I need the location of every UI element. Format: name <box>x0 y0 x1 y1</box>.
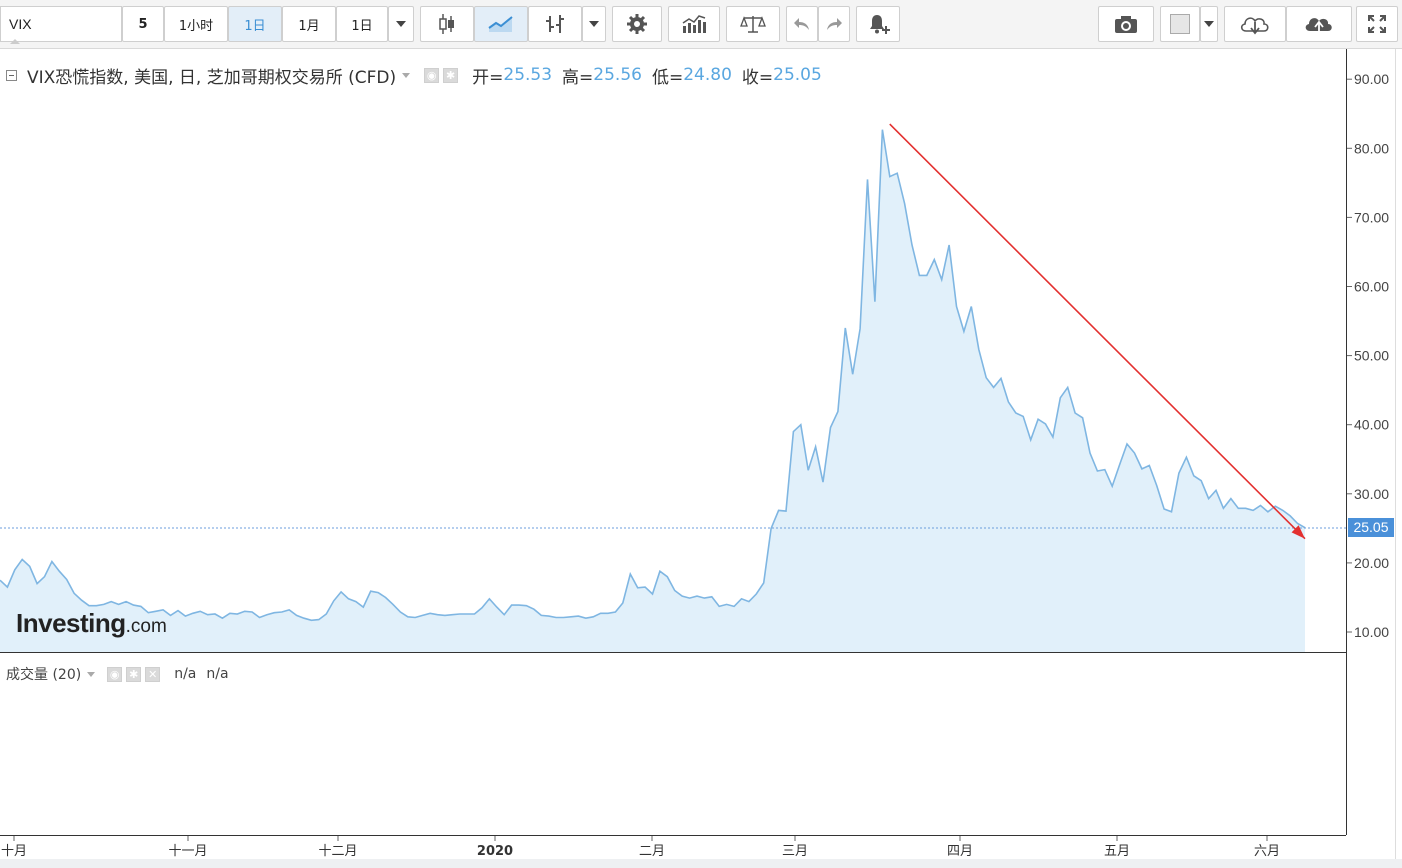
x-tick-label: 四月 <box>947 844 973 859</box>
settings-gear-icon[interactable]: ✱ <box>126 666 142 682</box>
open-label: 开= <box>472 67 504 88</box>
chevron-down-icon[interactable] <box>87 671 96 677</box>
high-label: 高= <box>562 67 594 88</box>
y-tick-label: 60.00 <box>1354 279 1389 295</box>
scroll-up-icon[interactable] <box>10 39 20 44</box>
close-label: 收= <box>741 67 774 88</box>
volume-value: n/a <box>174 666 197 682</box>
y-tick-label: 20.00 <box>1354 555 1389 571</box>
y-tick-label: 40.00 <box>1354 417 1389 433</box>
y-tick-label: 90.00 <box>1354 71 1389 87</box>
y-tick-label: 80.00 <box>1354 140 1389 156</box>
x-tick-label: 十月 <box>1 844 27 859</box>
brand-name: Investing <box>16 608 126 638</box>
y-tick-label: 10.00 <box>1354 624 1389 640</box>
y-tick-label: 50.00 <box>1354 348 1389 364</box>
instrument-title[interactable]: VIX恐慌指数, 美国, 日, 芝加哥期权交易所 (CFD) <box>27 63 396 88</box>
close-icon[interactable]: ✕ <box>145 666 161 682</box>
high-value: 25.56 <box>593 65 642 85</box>
x-tick-label: 五月 <box>1104 844 1130 859</box>
volume-value-secondary: n/a <box>206 666 229 682</box>
x-tick-label: 十二月 <box>318 844 357 859</box>
chevron-down-icon[interactable] <box>402 72 411 78</box>
volume-legend: 成交量 (20) ◉ ✱ ✕ n/a n/a <box>6 663 229 685</box>
visibility-icon[interactable]: ◉ <box>107 666 123 682</box>
volume-title[interactable]: 成交量 (20) <box>6 664 81 684</box>
low-value: 24.80 <box>683 65 732 85</box>
open-value: 25.53 <box>503 65 553 85</box>
investing-logo: Investing.com <box>16 608 167 639</box>
collapse-icon[interactable] <box>6 69 17 81</box>
low-label: 低= <box>651 67 684 88</box>
visibility-icon[interactable]: ◉ <box>424 67 440 83</box>
brand-suffix: .com <box>125 616 167 637</box>
price-chart[interactable]: 90.00 80.00 70.00 60.00 50.00 40.00 30.00 20.00… <box>0 0 1402 868</box>
x-tick-label: 二月 <box>639 844 665 859</box>
settings-gear-icon[interactable]: ✱ <box>443 67 459 83</box>
y-tick-label: 30.00 <box>1354 486 1389 502</box>
close-value: 25.05 <box>773 65 822 85</box>
x-tick-label: 六月 <box>1254 844 1280 859</box>
x-tick-label: 2020 <box>477 844 513 859</box>
main-legend: VIX恐慌指数, 美国, 日, 芝加哥期权交易所 (CFD) ◉ ✱ 开= 25.… <box>6 62 822 88</box>
x-tick-label: 三月 <box>782 844 808 859</box>
x-tick-label: 十一月 <box>168 844 207 859</box>
y-tick-label: 70.00 <box>1354 209 1389 225</box>
last-price-tag: 25.05 <box>1348 518 1394 537</box>
time-scrollbar[interactable] <box>0 859 1402 868</box>
